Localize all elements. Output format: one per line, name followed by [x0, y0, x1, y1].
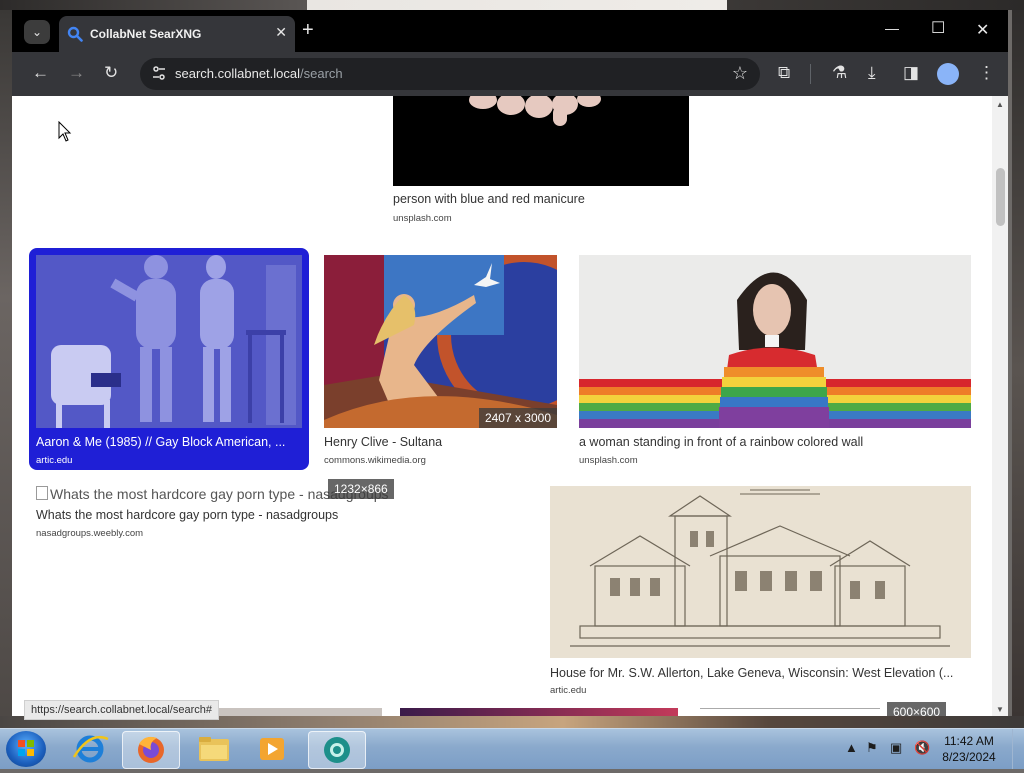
clock-time: 11:42 AM	[944, 734, 994, 748]
show-desktop-button[interactable]	[1012, 729, 1024, 769]
extensions-icon[interactable]: ⧉	[778, 63, 790, 83]
chrome-app-icon[interactable]	[308, 731, 366, 769]
firefox-icon[interactable]	[122, 731, 180, 769]
broken-image-icon	[36, 486, 48, 500]
tab-title: CollabNet SearXNG	[90, 27, 202, 41]
result-thumbnail[interactable]: 2407 x 3000	[324, 255, 557, 428]
page-scrollbar[interactable]: ▲ ▼	[992, 96, 1008, 716]
new-tab-button[interactable]: +	[302, 19, 314, 42]
scrollbar-thumb[interactable]	[996, 168, 1005, 226]
resolution-badge: 2407 x 3000	[478, 408, 557, 428]
show-hidden-icons-icon[interactable]: ▲	[845, 740, 858, 755]
minimize-icon[interactable]: —	[885, 20, 899, 36]
scroll-down-icon[interactable]: ▼	[996, 705, 1004, 714]
desktop-wallpaper-left	[0, 10, 12, 728]
side-panel-icon[interactable]: ◨	[903, 63, 919, 83]
result-source: nasadgroups.weebly.com	[36, 528, 144, 539]
partial-broken-image[interactable]	[700, 708, 880, 716]
browser-window: ⌄ CollabNet SearXNG ✕ + — ☐ ✕ ← → ↻ sear…	[12, 10, 1008, 720]
result-thumbnail[interactable]	[36, 255, 302, 428]
mouse-pointer-icon	[58, 121, 72, 142]
tab-search-button[interactable]: ⌄	[24, 20, 50, 44]
tab-active[interactable]: CollabNet SearXNG ✕	[59, 16, 295, 52]
download-icon[interactable]: ⤓	[868, 63, 876, 83]
result-source: unsplash.com	[393, 213, 452, 224]
toolbar-separator	[810, 64, 811, 84]
site-settings-icon[interactable]	[151, 65, 167, 81]
url-host: search.collabnet.local	[175, 66, 301, 81]
volume-muted-icon[interactable]: 🔇	[914, 740, 930, 756]
result-source: commons.wikimedia.org	[324, 455, 426, 466]
file-explorer-icon[interactable]	[186, 731, 242, 767]
result-title[interactable]: a woman standing in front of a rainbow c…	[579, 435, 972, 449]
forward-arrow-icon[interactable]: →	[68, 63, 85, 83]
address-bar[interactable]: search.collabnet.local/search ☆	[140, 58, 760, 90]
search-results-page: person with blue and red manicure unspla…	[12, 96, 992, 716]
image-result-card[interactable]: Aaron & Me (1985) // Gay Block American,…	[36, 255, 302, 466]
result-source: artic.edu	[550, 685, 587, 696]
tab-close-icon[interactable]: ✕	[275, 24, 287, 41]
result-title[interactable]: House for Mr. S.W. Allerton, Lake Geneva…	[550, 666, 971, 680]
resolution-badge: 1232×866	[328, 479, 394, 499]
image-result-card[interactable]: person with blue and red manicure unspla…	[393, 96, 693, 226]
image-result-card[interactable]: 2407 x 3000 Henry Clive - Sultana common…	[324, 255, 558, 466]
bookmark-star-icon[interactable]: ☆	[732, 63, 748, 84]
result-thumbnail[interactable]	[550, 486, 971, 658]
browser-toolbar: ← → ↻ search.collabnet.local/search ☆ ⧉ …	[12, 52, 1008, 96]
result-title[interactable]: Henry Clive - Sultana	[324, 435, 558, 449]
windows-taskbar: ▲ ⚑ ▣ 🔇 11:42 AM 8/23/2024	[0, 728, 1024, 769]
windows-logo-icon	[18, 740, 34, 756]
media-player-icon[interactable]	[244, 731, 300, 767]
menu-kebab-icon[interactable]: ⋮	[978, 63, 995, 83]
url-path: /search	[300, 66, 343, 81]
result-thumbnail[interactable]	[393, 96, 689, 186]
url-text[interactable]: search.collabnet.local/search	[175, 66, 343, 81]
image-result-card[interactable]: Whats the most hardcore gay porn type - …	[36, 479, 416, 546]
action-center-flag-icon[interactable]: ⚑	[866, 740, 878, 756]
start-button[interactable]	[6, 731, 46, 767]
image-result-card[interactable]: a woman standing in front of a rainbow c…	[579, 255, 972, 466]
tab-bar: ⌄ CollabNet SearXNG ✕ + — ☐ ✕	[12, 10, 1008, 52]
image-result-card[interactable]: House for Mr. S.W. Allerton, Lake Geneva…	[550, 486, 972, 698]
profile-avatar-icon[interactable]	[937, 63, 959, 85]
result-title[interactable]: Whats the most hardcore gay porn type - …	[36, 508, 416, 522]
result-thumbnail[interactable]	[579, 255, 971, 428]
result-source: artic.edu	[36, 455, 73, 466]
desktop-wallpaper-top	[0, 0, 1024, 10]
maximize-icon[interactable]: ☐	[931, 18, 945, 38]
result-title[interactable]: Aaron & Me (1985) // Gay Block American,…	[36, 435, 302, 449]
result-source: unsplash.com	[579, 455, 638, 466]
search-favicon-icon	[67, 26, 83, 42]
close-window-icon[interactable]: ✕	[976, 20, 989, 40]
desktop-wallpaper-right	[1012, 10, 1024, 728]
labs-flask-icon[interactable]: ⚗	[832, 63, 847, 83]
back-arrow-icon[interactable]: ←	[32, 63, 49, 83]
partial-thumbnail[interactable]	[400, 708, 678, 716]
internet-explorer-icon[interactable]	[62, 731, 118, 767]
resolution-badge: 600×600	[887, 702, 947, 716]
system-clock[interactable]: 11:42 AM 8/23/2024	[934, 733, 1004, 765]
clock-date: 8/23/2024	[942, 750, 996, 764]
link-status-bar: https://search.collabnet.local/search#	[24, 700, 219, 720]
reload-icon[interactable]: ↻	[104, 63, 118, 83]
result-title[interactable]: person with blue and red manicure	[393, 192, 689, 206]
scroll-up-icon[interactable]: ▲	[996, 100, 1004, 109]
network-icon[interactable]: ▣	[890, 740, 902, 756]
